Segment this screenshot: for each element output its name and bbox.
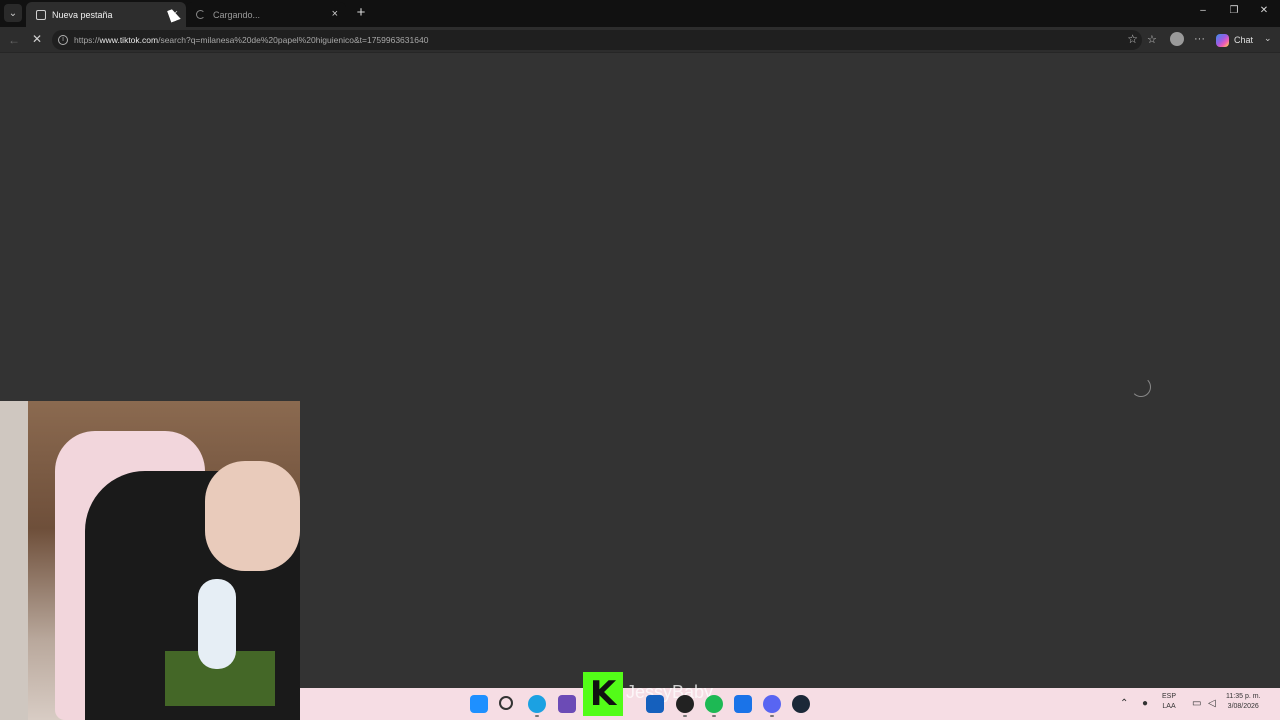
url-scheme: https:// — [74, 35, 100, 45]
chat-label: Chat — [1234, 35, 1254, 45]
webcam-microphone — [198, 579, 236, 669]
webcam-door — [0, 401, 28, 720]
tab-new-tab[interactable]: Nueva pestaña × — [26, 2, 186, 27]
address-bar[interactable]: i https://www.tiktok.com/search?q=milane… — [52, 30, 1142, 50]
copilot-icon — [1216, 33, 1229, 47]
discord-icon[interactable] — [763, 695, 781, 717]
steam-icon[interactable] — [792, 695, 810, 713]
close-window-button[interactable]: ✕ — [1256, 5, 1272, 16]
kick-logo: K — [583, 672, 623, 716]
stream-overlay-name: JessyBaby — [626, 682, 714, 702]
tab-title: Nueva pestaña — [52, 9, 113, 20]
clock[interactable]: 11:35 p. m. 3/08/2026 — [1226, 692, 1261, 712]
language-code: ESP — [1162, 693, 1177, 700]
store-icon[interactable] — [646, 695, 664, 713]
spotify-icon[interactable] — [705, 695, 723, 717]
taskbar: K JessyBaby ⌃ ● ESP LAA ▭ ◁ 11:35 p. m. … — [300, 672, 1280, 720]
network-icon[interactable]: ▭ — [1192, 698, 1201, 709]
page-loading-spinner-icon — [1131, 377, 1151, 397]
loading-spinner-icon — [196, 10, 205, 19]
tab-strip: ⌄ Nueva pestaña × Cargando... × + – ❐ ✕ — [0, 0, 1280, 27]
url-text[interactable]: https://www.tiktok.com/search?q=milanesa… — [74, 35, 428, 45]
clock-time: 11:35 p. m. — [1226, 693, 1261, 700]
tab-loading[interactable]: Cargando... × — [186, 2, 346, 27]
search-icon[interactable] — [499, 696, 513, 710]
keyboard-layout: LAA — [1162, 703, 1176, 710]
sidebar-chevron-icon[interactable]: ⌄ — [1264, 33, 1272, 44]
copilot-chat-button[interactable]: Chat — [1216, 31, 1253, 49]
new-tab-favicon-icon — [36, 9, 46, 20]
more-options-icon[interactable]: ··· — [1194, 33, 1205, 45]
stop-loading-button[interactable]: ✕ — [32, 32, 42, 46]
favorite-star-icon[interactable]: ☆ — [1127, 32, 1138, 46]
start-icon[interactable] — [470, 695, 488, 713]
input-language[interactable]: ESP LAA — [1162, 692, 1176, 712]
minimize-button[interactable]: – — [1195, 5, 1211, 16]
show-hidden-icons-chevron-icon[interactable]: ⌃ — [1120, 698, 1128, 709]
favorites-icon[interactable]: ☆ — [1147, 33, 1157, 46]
new-tab-button[interactable]: + — [352, 4, 370, 22]
arc-icon[interactable] — [734, 695, 752, 713]
site-info-icon[interactable]: i — [58, 35, 68, 45]
url-path: /search?q=milanesa%20de%20papel%20higuie… — [158, 35, 429, 45]
tab-actions-chevron-icon[interactable]: ⌄ — [4, 4, 22, 22]
obs-icon[interactable] — [676, 695, 694, 717]
webcam-face — [205, 461, 300, 571]
tab-title: Cargando... — [213, 9, 261, 20]
profile-avatar[interactable] — [1170, 32, 1184, 46]
microphone-icon[interactable]: ● — [1142, 698, 1148, 709]
webcam-overlay — [0, 401, 300, 720]
edge-icon[interactable] — [528, 695, 546, 717]
browser-toolbar: ← ✕ i https://www.tiktok.com/search?q=mi… — [0, 27, 1280, 53]
tab-close-icon[interactable]: × — [332, 8, 338, 20]
restore-button[interactable]: ❐ — [1226, 5, 1242, 16]
url-host: www.tiktok.com — [99, 35, 159, 45]
volume-icon[interactable]: ◁ — [1208, 698, 1216, 709]
clock-date: 3/08/2026 — [1227, 703, 1259, 710]
back-button[interactable]: ← — [8, 33, 20, 47]
app-icon[interactable] — [558, 695, 576, 713]
